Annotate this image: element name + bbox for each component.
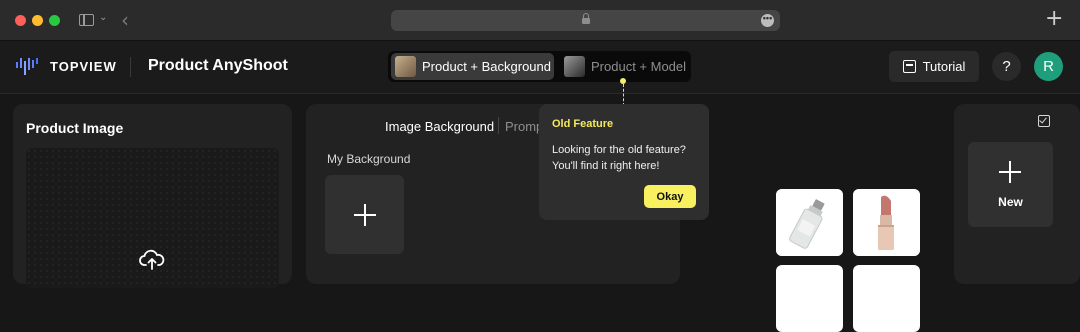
tab-product-background[interactable]: Product + Background bbox=[391, 53, 554, 80]
sample-product-spray-bottle[interactable] bbox=[776, 189, 843, 256]
new-tab-button[interactable]: + bbox=[1045, 6, 1063, 31]
more-icon[interactable]: ••• bbox=[761, 14, 774, 27]
product-background-thumbnail bbox=[395, 56, 416, 77]
tutorial-button[interactable]: Tutorial bbox=[889, 51, 979, 82]
tooltip-title: Old Feature bbox=[552, 118, 614, 130]
tab-label: Product + Model bbox=[591, 59, 687, 74]
close-window-button[interactable] bbox=[15, 15, 26, 26]
product-model-thumbnail bbox=[564, 56, 585, 77]
lipstick-image bbox=[853, 189, 920, 256]
mode-switcher: Product + Background Product + Model bbox=[388, 51, 691, 82]
topview-logo-icon bbox=[16, 58, 38, 75]
panel-title: Product Image bbox=[26, 120, 124, 136]
tab-image-background[interactable]: Image Background bbox=[385, 119, 494, 134]
brand-name: TOPVIEW bbox=[50, 59, 117, 74]
new-label: New bbox=[998, 195, 1023, 209]
spray-bottle-image bbox=[776, 189, 843, 256]
header-divider bbox=[130, 57, 131, 77]
tab-label: Product + Background bbox=[422, 59, 551, 74]
avatar[interactable]: R bbox=[1034, 52, 1063, 81]
chevron-down-icon[interactable]: ⌄ bbox=[99, 12, 107, 23]
sample-product-3[interactable] bbox=[776, 265, 843, 332]
lock-icon bbox=[582, 13, 590, 24]
tutorial-label: Tutorial bbox=[922, 59, 966, 74]
sample-product-lipstick[interactable] bbox=[853, 189, 920, 256]
tooltip-body: Looking for the old feature? You'll find… bbox=[552, 144, 686, 172]
sample-product-4[interactable] bbox=[853, 265, 920, 332]
tab-divider bbox=[498, 117, 499, 134]
browser-toolbar: ⌄ ‹ ••• + bbox=[0, 0, 1080, 41]
results-panel: New bbox=[954, 104, 1080, 284]
okay-button[interactable]: Okay bbox=[644, 185, 696, 208]
calendar-icon bbox=[902, 60, 916, 73]
new-button[interactable]: New bbox=[968, 142, 1053, 227]
help-button[interactable]: ? bbox=[992, 52, 1021, 81]
maximize-window-button[interactable] bbox=[49, 15, 60, 26]
tab-product-model[interactable]: Product + Model bbox=[560, 53, 688, 80]
minimize-window-button[interactable] bbox=[32, 15, 43, 26]
back-icon[interactable]: ‹ bbox=[121, 8, 129, 32]
app-header: TOPVIEW Product AnyShoot Product + Backg… bbox=[0, 41, 1080, 94]
tooltip-connector bbox=[623, 84, 624, 106]
my-background-label: My Background bbox=[327, 152, 411, 166]
checkbox-icon[interactable] bbox=[1038, 115, 1050, 127]
sidebar-icon[interactable] bbox=[79, 14, 94, 26]
old-feature-tooltip: Old Feature Looking for the old feature?… bbox=[539, 104, 709, 220]
page-title: Product AnyShoot bbox=[148, 57, 288, 74]
upload-cloud-icon[interactable] bbox=[139, 249, 165, 271]
add-background-button[interactable] bbox=[325, 175, 404, 254]
address-bar[interactable]: ••• bbox=[391, 10, 780, 31]
tab-prompt[interactable]: Promp bbox=[505, 119, 543, 134]
